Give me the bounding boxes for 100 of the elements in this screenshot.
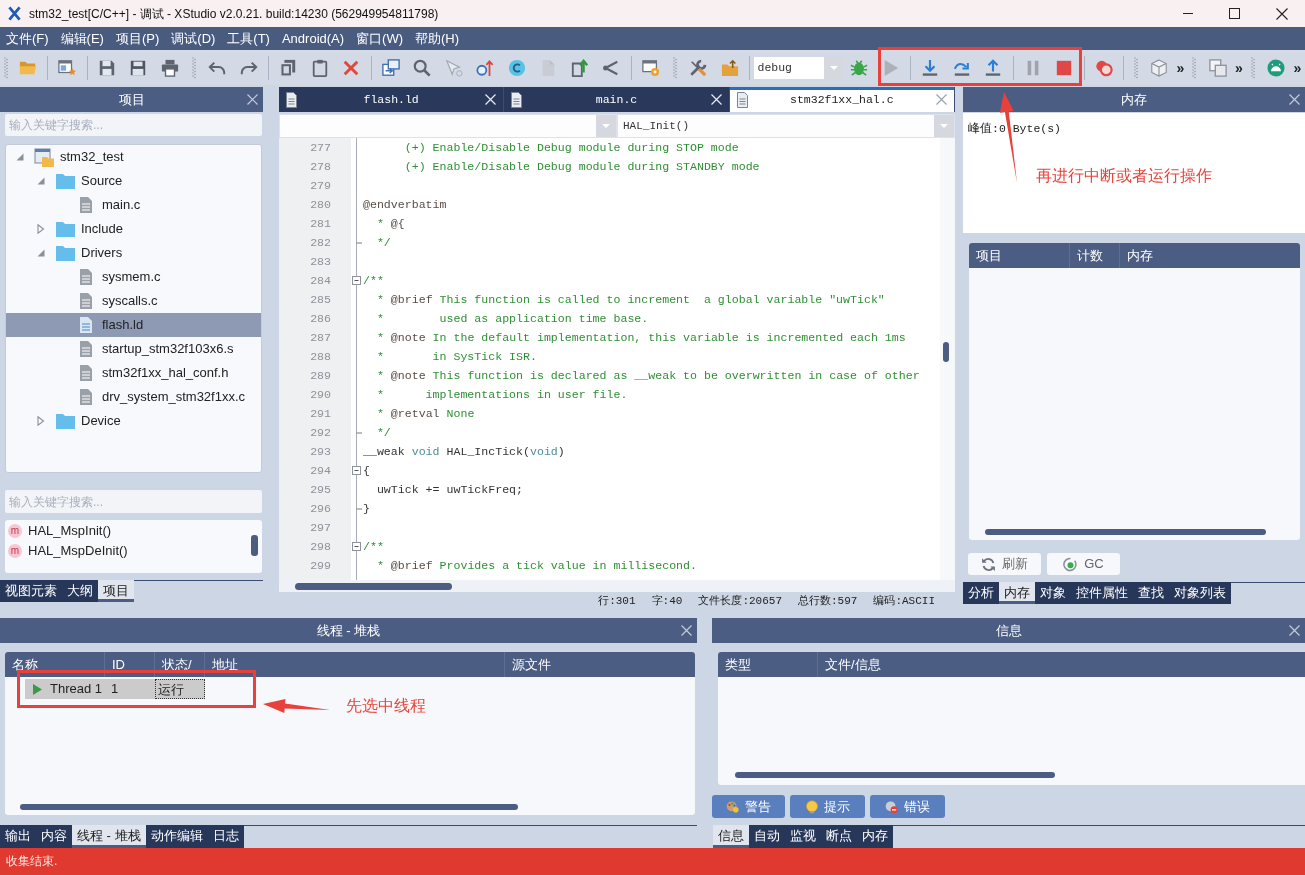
menu-item[interactable]: Android(A) [281,27,345,50]
tab[interactable]: 动作编辑 [145,825,208,848]
horizontal-scrollbar[interactable] [735,772,1055,778]
tree-item[interactable]: Drivers [6,241,261,265]
tab[interactable]: 自动 [749,825,785,848]
editor-tab[interactable]: flash.ld [279,87,505,112]
tree-item[interactable]: flash.ld [6,313,261,337]
hints-button[interactable]: 提示 [790,795,865,818]
toolbar-grip[interactable] [672,56,677,79]
expander-icon[interactable] [37,224,45,234]
expander-icon[interactable] [37,249,45,257]
fold-minus-icon[interactable] [352,542,361,551]
tab[interactable]: 断点 [821,825,857,848]
editor-tab[interactable]: stm32f1xx_hal.c [729,87,955,112]
tab[interactable]: 控件属性 [1071,582,1133,604]
tree-item[interactable]: stm32f1xx_hal_conf.h [6,361,261,385]
menu-item[interactable]: 帮助(H) [415,27,460,50]
toolbar-grip[interactable] [1192,56,1196,79]
warnings-button[interactable]: 警告 [712,795,785,818]
tree-item[interactable]: Device [6,409,261,433]
toolbar-grip[interactable] [1133,56,1138,79]
column-header[interactable]: ID [105,652,155,677]
column-header[interactable]: 项目 [969,243,1070,268]
tab[interactable]: 大纲 [62,580,98,602]
column-header[interactable]: 内存 [1120,243,1300,268]
tab[interactable]: 内容 [36,825,72,848]
tree-item[interactable]: main.c [6,193,261,217]
toolbar-grip[interactable] [191,56,196,79]
menu-item[interactable]: 项目(P) [115,27,160,50]
tree-item[interactable]: Include [6,217,261,241]
window-star-icon [58,58,77,77]
minimize-icon [1182,13,1193,14]
tree-item[interactable]: Source [6,169,261,193]
close-icon[interactable] [1289,94,1300,105]
tree-item[interactable]: startup_stm32f103x6.s [6,337,261,361]
tab[interactable]: 信息 [713,825,749,848]
tab[interactable]: 输出 [0,825,36,848]
toolbar-grip[interactable] [1250,56,1255,79]
column-header[interactable]: 地址 [205,652,505,677]
column-header[interactable]: 计数 [1070,243,1120,268]
search-field[interactable]: 输入关键字搜索... [5,114,262,136]
vertical-scrollbar[interactable] [943,342,949,362]
horizontal-scrollbar[interactable] [985,529,1266,535]
fold-minus-icon[interactable] [352,276,361,285]
bulb-icon [805,799,819,814]
annotation-text: 先选中线程 [346,697,426,715]
errors-button[interactable]: 错误 [870,795,945,818]
horizontal-scrollbar[interactable] [295,583,452,590]
tree-item[interactable]: drv_system_stm32f1xx.c [6,385,261,409]
refresh-button[interactable]: 刷新 [968,553,1041,575]
close-icon[interactable] [247,94,258,105]
close-icon[interactable] [1289,625,1300,636]
outline-item[interactable]: m HAL_MspDeInit() [5,541,251,561]
tree-item[interactable]: sysmem.c [6,265,261,289]
gc-button[interactable]: GC [1047,553,1120,575]
tab[interactable]: 分析 [963,582,999,604]
tree-item[interactable]: stm32_test [6,145,261,169]
line-number: 296 [309,501,332,517]
table-row[interactable]: Thread 1 1 运行 [25,679,205,699]
column-header[interactable]: 源文件 [505,652,695,677]
column-header[interactable]: 类型 [718,652,818,677]
tab[interactable]: 视图元素 [0,580,62,602]
tab[interactable]: 查找 [1133,582,1169,604]
tab[interactable]: 监视 [785,825,821,848]
tree-item[interactable]: syscalls.c [6,289,261,313]
window-title: stm32_test[C/C++] - 调试 - XStudio v2.0.21. build:14230 (562949954811798) [29,5,439,23]
menu-item[interactable]: 文件(F) [6,27,49,50]
tab[interactable]: 对象 [1035,582,1071,604]
outline-item[interactable]: m HAL_MspInit() [5,521,251,541]
fold-minus-icon[interactable] [352,466,361,475]
menu-item[interactable]: 窗口(W) [356,27,404,50]
expander-icon[interactable] [37,177,45,185]
vertical-scrollbar[interactable] [251,535,258,556]
close-icon[interactable] [681,625,692,636]
menu-item[interactable]: 调试(D) [171,27,216,50]
code-line: } [362,501,370,517]
search-icon [413,58,432,77]
expander-icon[interactable] [16,153,24,161]
menu-item[interactable]: 工具(T) [227,27,270,50]
tab[interactable]: 日志 [207,825,244,848]
function-combo[interactable]: HAL_Init() [617,114,955,138]
build-config-dropdown[interactable]: debug [753,56,844,79]
tab[interactable]: 线程 - 堆栈 [72,825,146,848]
overflow-button[interactable]: » [1233,52,1245,83]
tab[interactable]: 内存 [857,825,893,848]
overflow-button[interactable]: » [1175,52,1186,83]
horizontal-scrollbar[interactable] [20,804,518,810]
overflow-button[interactable]: » [1292,52,1303,83]
menu-item[interactable]: 编辑(E) [60,27,104,50]
tab[interactable]: 内存 [999,582,1035,604]
expander-icon[interactable] [37,416,45,426]
tab[interactable]: 项目 [98,580,134,602]
editor-tab[interactable]: main.c [504,87,730,112]
toolbar-grip[interactable] [4,56,8,79]
tab[interactable]: 对象列表 [1169,582,1231,604]
column-header[interactable]: 名称 [5,652,105,677]
column-header[interactable]: 文件/信息 [818,652,1305,677]
file-icon [286,91,297,108]
code-line: * used as application time base. [375,311,649,327]
search-field[interactable]: 输入关键字搜索... [5,490,262,513]
